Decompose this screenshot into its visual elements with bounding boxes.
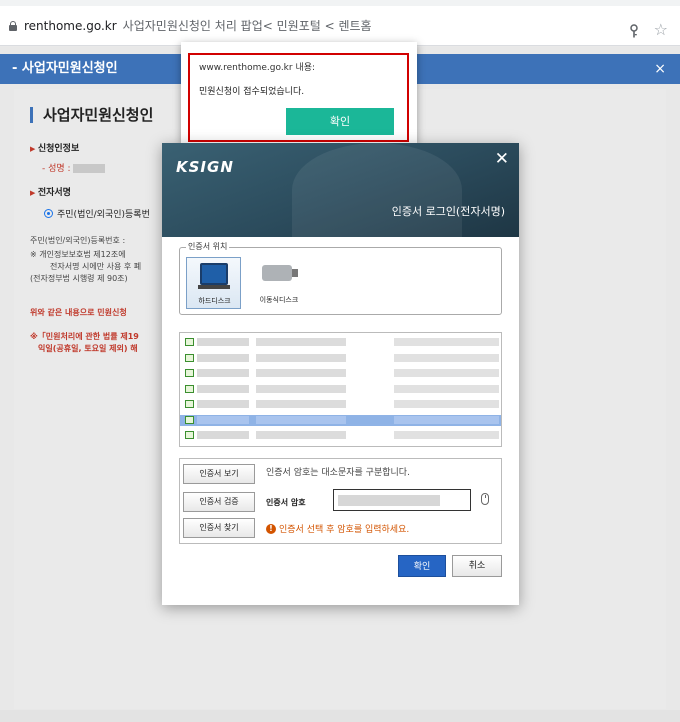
mouse-icon[interactable] xyxy=(481,493,489,505)
case-sensitive-note: 인증서 암호는 대소문자를 구분합니다. xyxy=(266,468,410,478)
cert-cell-redacted xyxy=(256,384,346,393)
radio-selected-icon[interactable] xyxy=(44,209,53,218)
cert-cell-redacted xyxy=(197,353,249,362)
cert-cell-redacted xyxy=(197,369,249,377)
certificate-list[interactable] xyxy=(179,332,502,447)
cert-cell-redacted xyxy=(256,400,346,408)
cert-location-legend: 인증서 위치 xyxy=(186,241,230,252)
cert-row[interactable] xyxy=(180,384,501,395)
password-label: 인증서 암호 xyxy=(266,498,306,507)
banner-lock-graphic xyxy=(292,143,462,237)
cert-cell-redacted xyxy=(394,369,499,377)
cert-row[interactable] xyxy=(180,430,501,441)
ksign-logo: KSIGN xyxy=(176,158,234,176)
registration-line: 주민(법인/외국인)등록번호 : xyxy=(30,236,126,245)
monitor-icon xyxy=(198,263,230,289)
cert-location-group: 인증서 위치 하드디스크 이동식디스크 xyxy=(179,241,502,315)
cert-cell-redacted xyxy=(197,415,249,424)
privacy-note-1: ※ 개인정보보호법 제12조에 xyxy=(30,250,126,259)
view-cert-button[interactable]: 인증서 보기 xyxy=(183,464,255,484)
cert-actions-panel: 인증서 보기 인증서 검증 인증서 찾기 인증서 암호는 대소문자를 구분합니다… xyxy=(179,458,502,544)
close-icon[interactable]: × xyxy=(654,54,666,84)
cert-row[interactable] xyxy=(180,414,501,426)
warning-text: 인증서 선택 후 암호를 입력하세요. xyxy=(279,525,410,535)
cert-cell-redacted xyxy=(394,415,499,424)
url-page-title: 사업자민원신청인 처리 팝업< 민원포털 < 렌트홈 xyxy=(122,19,372,33)
ok-button[interactable]: 확인 xyxy=(398,555,446,577)
certificate-icon xyxy=(185,400,194,408)
cert-cell-redacted xyxy=(256,369,346,377)
privacy-note-3: (전자정부법 시행령 제 90조) xyxy=(30,274,128,283)
cert-cell-redacted xyxy=(197,431,249,439)
usb-icon[interactable] xyxy=(262,265,298,281)
page-title: 사업자민원신청인 xyxy=(30,107,153,123)
warning-message: ! 인증서 선택 후 암호를 입력하세요. xyxy=(266,522,409,535)
applicant-name: - 성명 : xyxy=(42,161,106,174)
cert-row[interactable] xyxy=(180,353,501,364)
page-bottom-edge xyxy=(0,710,680,722)
cert-cell-redacted xyxy=(197,384,249,393)
cert-row[interactable] xyxy=(180,399,501,410)
verify-cert-button[interactable]: 인증서 검증 xyxy=(183,492,255,512)
certificate-icon xyxy=(185,431,194,439)
confirm-line: 위와 같은 내용으로 민원신청 xyxy=(30,308,127,317)
cert-cell-redacted xyxy=(394,353,499,362)
certificate-icon xyxy=(185,415,194,424)
lock-icon xyxy=(8,20,18,31)
cert-cell-redacted xyxy=(197,338,249,346)
url-domain: renthome.go.kr xyxy=(24,18,117,33)
radio-label: 주민(법인/외국인)등록번 xyxy=(57,210,150,220)
cert-cell-redacted xyxy=(256,338,346,346)
certificate-icon xyxy=(185,369,194,377)
certificate-icon xyxy=(185,338,194,346)
cert-row[interactable] xyxy=(180,337,501,348)
cert-cell-redacted xyxy=(394,400,499,408)
section-signature: 전자서명 xyxy=(30,185,71,198)
cert-cell-redacted xyxy=(394,384,499,393)
password-value-redacted xyxy=(338,495,440,506)
cert-cell-redacted xyxy=(256,353,346,362)
warning-icon: ! xyxy=(266,523,276,534)
certificate-icon xyxy=(185,384,194,393)
screen: renthome.go.kr 사업자민원신청인 처리 팝업< 민원포털 < 렌트… xyxy=(0,0,680,722)
name-value-redacted xyxy=(73,164,106,173)
dialog-title: 인증서 로그인(전자서명) xyxy=(391,205,505,218)
law-line-2: 익일(공휴일, 토요일 제외) 해 xyxy=(38,344,138,353)
bookmark-star-icon[interactable]: ☆ xyxy=(654,20,668,39)
law-line-1: ※「민원처리에 관한 법률 제19 xyxy=(30,332,139,341)
certificate-icon xyxy=(185,353,194,362)
privacy-note-2: 전자서명 시에만 사용 후 폐 xyxy=(50,262,142,271)
cert-row[interactable] xyxy=(180,368,501,379)
hard-disk-button[interactable]: 하드디스크 xyxy=(186,257,241,309)
section-applicant: 신청인정보 xyxy=(30,141,79,154)
alert-origin: www.renthome.go.kr 내용: xyxy=(199,63,316,73)
cert-cell-redacted xyxy=(256,415,346,424)
close-icon[interactable]: ✕ xyxy=(495,149,509,169)
radio-registration[interactable]: 주민(법인/외국인)등록번 xyxy=(44,207,150,220)
ksign-dialog: KSIGN ✕ 인증서 로그인(전자서명) 인증서 위치 하드디스크 이동식디스… xyxy=(162,143,519,605)
password-input[interactable] xyxy=(333,489,471,511)
cert-cell-redacted xyxy=(256,431,346,439)
ksign-banner: KSIGN ✕ 인증서 로그인(전자서명) xyxy=(162,143,519,237)
hard-disk-label: 하드디스크 xyxy=(198,297,231,305)
find-cert-button[interactable]: 인증서 찾기 xyxy=(183,518,255,538)
removable-disk-label[interactable]: 이동식디스크 xyxy=(254,295,304,305)
cert-cell-redacted xyxy=(197,400,249,408)
browser-alert: www.renthome.go.kr 내용: 민원신청이 접수되었습니다. 확인 xyxy=(181,42,417,146)
page-header-title: - 사업자민원신청인 xyxy=(12,61,118,76)
cert-cell-redacted xyxy=(394,338,499,346)
cancel-button[interactable]: 취소 xyxy=(452,555,502,577)
key-icon[interactable] xyxy=(628,24,640,38)
cert-cell-redacted xyxy=(394,431,499,439)
alert-message: 민원신청이 접수되었습니다. xyxy=(199,87,305,97)
address-bar[interactable]: renthome.go.kr 사업자민원신청인 처리 팝업< 민원포털 < 렌트… xyxy=(0,6,680,46)
alert-ok-button[interactable]: 확인 xyxy=(286,108,394,135)
name-label: - 성명 : xyxy=(42,164,71,174)
